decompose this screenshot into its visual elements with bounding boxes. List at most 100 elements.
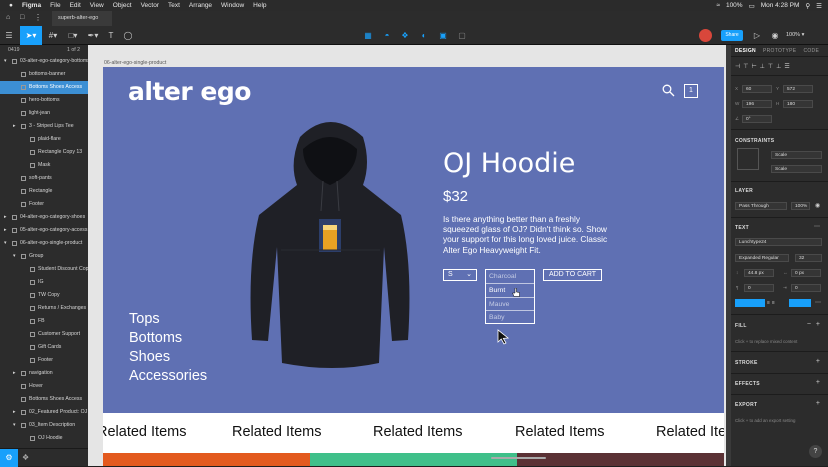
layer-row[interactable]: TW Copy [0,289,88,302]
layer-row[interactable]: ▸ 05-alter-ego-category-access... [0,224,88,237]
font-family-select[interactable]: Lunchtype24 [735,238,822,246]
related-thumb-maroon[interactable] [517,453,724,466]
layer-row[interactable]: soft-pants [0,172,88,185]
text-align-buttons[interactable] [735,299,765,307]
layer-expand-icon[interactable]: ▸ [13,120,16,133]
constraints-widget[interactable] [737,148,759,170]
color-option-baby[interactable]: Baby [486,311,534,325]
layer-row[interactable]: IG [0,276,88,289]
blend-mode-select[interactable]: Pass Through [735,202,787,210]
layer-row[interactable]: Bottoms Shoes Access [0,81,88,94]
menu-help[interactable]: Help [253,2,266,9]
layer-row[interactable]: ▸ 3 - Striped Lips Tee [0,120,88,133]
layer-row[interactable]: Customer Support [0,328,88,341]
page-header[interactable]: 0419 1 of 2 [0,45,88,55]
color-option-charcoal[interactable]: Charcoal [486,270,534,284]
layer-row[interactable]: OJ Hoodie [0,432,88,445]
share-button[interactable]: Share [721,30,743,41]
layer-row[interactable]: plaid-flare [0,133,88,146]
view-icon[interactable]: ◉ [768,26,782,45]
menu-edit[interactable]: Edit [70,2,81,9]
create-component-icon[interactable]: ❖ [398,26,412,45]
layer-row[interactable]: Returns / Exchanges [0,302,88,315]
tab-file[interactable]: superb-alter-ego [52,11,112,26]
brand-logo[interactable]: alter ego [128,77,251,106]
fill-add-icon[interactable]: + [816,321,820,328]
width-field[interactable]: 196 [742,100,772,108]
layer-expand-icon[interactable]: ▾ [4,237,7,250]
layer-row[interactable]: Student Discount Copy [0,263,88,276]
clock[interactable]: Mon 4:28 PM [761,2,800,9]
nav-tops[interactable]: Tops [129,311,160,327]
rotation-field[interactable]: 0° [742,115,772,123]
font-size-select[interactable]: 32 [795,254,822,262]
related-thumb-green[interactable] [310,453,517,466]
layer-expand-icon[interactable]: ▸ [4,211,7,224]
components-icon[interactable]: ❖ [22,453,29,462]
paragraph-indent-field[interactable]: 0 [791,284,821,292]
wifi-icon[interactable]: ≈ [716,2,720,9]
color-option-burnt[interactable]: Burnt [486,284,534,298]
tab-code[interactable]: CODE [803,48,819,54]
menu-list-icon[interactable]: ☰ [816,2,822,10]
search-icon[interactable]: ⚲ [805,2,810,10]
layer-row[interactable]: light-jean [0,107,88,120]
layer-row[interactable]: ▸ 02_Featured Product: OJ ... [0,406,88,419]
present-icon[interactable]: ▷ [750,26,764,45]
layer-row[interactable]: ▾ 03_Item Description [0,419,88,432]
export-add-icon[interactable]: + [816,400,820,407]
menu-text[interactable]: Text [168,2,180,9]
size-select[interactable]: S ⌄ [443,269,477,281]
layer-row[interactable]: Footer [0,354,88,367]
layer-expand-icon[interactable]: ▸ [13,406,16,419]
effects-add-icon[interactable]: + [816,379,820,386]
battery-icon[interactable]: ▭ [749,2,755,10]
opacity-field[interactable]: 100% [791,202,810,210]
letter-spacing-field[interactable]: 0 px [791,269,821,277]
nav-shoes[interactable]: Shoes [129,349,170,365]
layer-row[interactable]: ▾ 03-alter-ego-category-bottoms [0,55,88,68]
menu-window[interactable]: Window [221,2,244,9]
constraint-vertical-select[interactable]: Scale [771,165,822,173]
align-icons[interactable]: ⊣⊤⊢⊥⊤⊥☰ [735,63,793,70]
layer-expand-icon[interactable]: ▾ [13,250,16,263]
help-button[interactable]: ? [809,445,822,458]
layer-expand-icon[interactable]: ▸ [4,224,7,237]
layer-row[interactable]: bottoms-banner [0,68,88,81]
menu-arrange[interactable]: Arrange [189,2,212,9]
y-field[interactable]: 572 [783,85,813,93]
menu-vector[interactable]: Vector [141,2,159,9]
color-option-mauve[interactable]: Mauve [486,298,534,312]
product-title[interactable]: OJ Hoodie [443,148,575,179]
product-page-frame[interactable]: alter ego 1 Tops Bottoms Shoes Accessori… [103,67,724,466]
search-icon[interactable] [662,84,675,97]
text-tool-icon[interactable]: T [104,26,118,45]
menu-app-name[interactable]: Figma [22,2,41,9]
files-icon[interactable]: □ [20,14,24,21]
height-field[interactable]: 180 [783,100,813,108]
layer-row[interactable]: Rectangle [0,185,88,198]
line-height-field[interactable]: 44.8 px [744,269,774,277]
layer-expand-icon[interactable]: ▸ [13,367,16,380]
related-thumb-orange[interactable] [103,453,310,466]
layer-expand-icon[interactable]: ▾ [4,55,7,68]
text-settings-icon[interactable]: ⋯ [815,299,821,306]
main-menu-icon[interactable]: ☰ [2,26,16,45]
layer-row[interactable]: Rectangle Copy 13 [0,146,88,159]
move-tool-icon[interactable]: ➤▾ [20,26,42,45]
related-items-banner[interactable]: Related Items Related Items Related Item… [103,413,724,453]
layer-row[interactable]: Hover [0,380,88,393]
text-styles-icon[interactable]: ⋯ [814,223,820,230]
pen-tool-icon[interactable]: ✒▾ [84,26,102,45]
x-field[interactable]: 60 [742,85,772,93]
product-price[interactable]: $32 [443,188,468,205]
menu-file[interactable]: File [50,2,60,9]
comment-tool-icon[interactable]: ◯ [121,26,135,45]
constraint-horizontal-select[interactable]: Scale [771,151,822,159]
layer-row[interactable]: hero-bottoms [0,94,88,107]
layer-row[interactable]: Mask [0,159,88,172]
layer-row[interactable]: FB [0,315,88,328]
mask-icon[interactable]: ◓ [380,26,394,45]
color-dropdown[interactable]: Charcoal Burnt Mauve Baby [485,269,535,324]
layer-row[interactable]: Gift Cards [0,341,88,354]
